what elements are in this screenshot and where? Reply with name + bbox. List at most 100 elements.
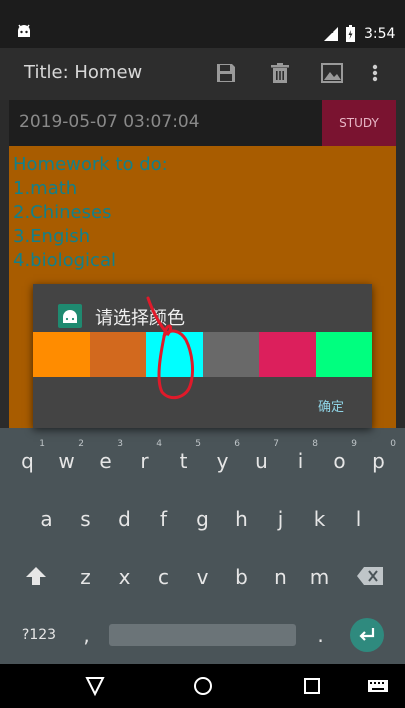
color-swatch[interactable] <box>33 332 90 377</box>
key-w[interactable]: w2 <box>47 436 86 486</box>
key-label: c <box>158 565 169 589</box>
back-triangle-icon[interactable] <box>83 674 107 698</box>
date-field[interactable]: 2019-05-07 03:07:04 <box>19 112 200 132</box>
note-line: 2.Chineses <box>13 202 112 223</box>
enter-icon[interactable] <box>350 618 384 652</box>
key-hint: 9 <box>351 439 357 449</box>
key-e[interactable]: e3 <box>86 436 125 486</box>
key-label: x <box>118 565 131 589</box>
key-label: r <box>140 449 149 473</box>
key-label: n <box>274 565 287 589</box>
key-label: o <box>333 449 346 473</box>
comma-key[interactable]: , <box>67 610 106 660</box>
keyboard-switch-icon[interactable] <box>367 674 389 698</box>
key-label: w <box>58 449 75 473</box>
overflow-menu-icon[interactable] <box>365 62 385 84</box>
key-z[interactable]: z <box>66 552 105 602</box>
key-hint: 0 <box>390 439 396 449</box>
key-l[interactable]: l <box>339 494 378 544</box>
save-icon[interactable] <box>215 62 237 84</box>
key-f[interactable]: f <box>144 494 183 544</box>
symbols-key[interactable]: ?123 <box>14 610 64 660</box>
key-label: g <box>196 507 209 531</box>
key-p[interactable]: p0 <box>359 436 398 486</box>
color-swatch[interactable] <box>315 332 372 377</box>
key-hint: 6 <box>234 439 240 449</box>
key-label: j <box>277 507 284 531</box>
key-label: y <box>216 449 229 473</box>
home-circle-icon[interactable] <box>191 674 215 698</box>
recents-square-icon[interactable] <box>300 674 324 698</box>
key-a[interactable]: a <box>27 494 66 544</box>
key-d[interactable]: d <box>105 494 144 544</box>
status-bar: LTE 3:54 <box>0 0 405 48</box>
network-type-label: LTE <box>322 27 334 35</box>
study-button[interactable]: STUDY <box>322 100 396 146</box>
key-label: t <box>179 449 188 473</box>
key-j[interactable]: j <box>261 494 300 544</box>
key-label: i <box>297 449 304 473</box>
key-g[interactable]: g <box>183 494 222 544</box>
key-n[interactable]: n <box>261 552 300 602</box>
keyboard-row-1: q1w2e3r4t5y6u7i8o9p0 <box>0 436 405 486</box>
android-app-icon <box>58 304 82 328</box>
color-swatch-row <box>33 332 372 377</box>
key-label: p <box>372 449 385 473</box>
key-label: v <box>196 565 209 589</box>
note-line: 3.Engish <box>13 226 91 247</box>
key-u[interactable]: u7 <box>242 436 281 486</box>
key-m[interactable]: m <box>300 552 339 602</box>
key-hint: 2 <box>78 439 84 449</box>
color-swatch[interactable] <box>146 332 203 377</box>
key-h[interactable]: h <box>222 494 261 544</box>
color-swatch[interactable] <box>259 332 316 377</box>
color-swatch[interactable] <box>89 332 146 377</box>
color-swatch[interactable] <box>202 332 259 377</box>
key-hint: 5 <box>195 439 201 449</box>
space-bar[interactable] <box>109 624 296 646</box>
date-row: 2019-05-07 03:07:04 STUDY <box>9 100 396 146</box>
key-x[interactable]: x <box>105 552 144 602</box>
android-app-icon <box>18 24 30 37</box>
key-label: h <box>235 507 248 531</box>
note-line: 4.biological <box>13 250 116 271</box>
key-label: u <box>255 449 268 473</box>
key-label: b <box>235 565 248 589</box>
shift-icon[interactable] <box>24 564 48 588</box>
key-label: s <box>80 507 91 531</box>
keyboard-row-3: z x c v b nm <box>0 552 405 602</box>
delete-icon[interactable] <box>269 62 291 84</box>
note-line: Homework to do: <box>13 154 168 175</box>
key-hint: 3 <box>117 439 123 449</box>
key-t[interactable]: t5 <box>164 436 203 486</box>
key-k[interactable]: k <box>300 494 339 544</box>
key-r[interactable]: r4 <box>125 436 164 486</box>
note-line: 1.math <box>13 178 78 199</box>
key-o[interactable]: o9 <box>320 436 359 486</box>
key-i[interactable]: i8 <box>281 436 320 486</box>
key-y[interactable]: y6 <box>203 436 242 486</box>
backspace-icon[interactable] <box>357 567 383 585</box>
key-b[interactable]: b <box>222 552 261 602</box>
dialog-title: 请选择颜色 <box>95 308 185 329</box>
ok-button[interactable]: 确定 <box>318 396 344 415</box>
key-label: z <box>80 565 91 589</box>
soft-keyboard: q1w2e3r4t5y6u7i8o9p0 asdfghjkl zxcvbnm ?… <box>0 428 405 664</box>
key-label: d <box>118 507 131 531</box>
key-hint: 8 <box>312 439 318 449</box>
keyboard-row-2: as d f g h jkl <box>0 494 405 544</box>
period-key[interactable]: . <box>301 610 340 660</box>
key-label: f <box>159 507 168 531</box>
key-label: m <box>309 565 330 589</box>
key-hint: 7 <box>273 439 279 449</box>
key-hint: 1 <box>39 439 45 449</box>
key-v[interactable]: v <box>183 552 222 602</box>
image-icon[interactable] <box>321 62 343 84</box>
key-s[interactable]: s <box>66 494 105 544</box>
key-q[interactable]: q1 <box>8 436 47 486</box>
battery-icon <box>346 25 355 42</box>
page-title: Title: Homew <box>24 62 143 83</box>
color-picker-dialog: 请选择颜色 确定 <box>33 284 372 428</box>
key-label: e <box>99 449 112 473</box>
key-c[interactable]: c <box>144 552 183 602</box>
